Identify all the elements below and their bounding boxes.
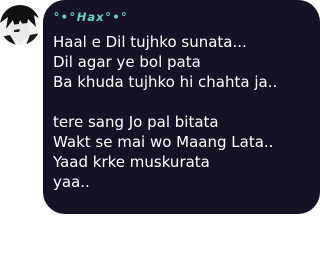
message-line: yaa..: [53, 173, 90, 191]
sender-avatar[interactable]: [0, 5, 40, 45]
chat-message-row: °•°𝙃𝙖𝙭°•° Haal e Dil tujhko sunata... Di…: [0, 0, 320, 262]
message-line: Ba khuda tujhko hi chahta ja..: [53, 73, 278, 91]
message-line: Haal e Dil tujhko sunata...: [53, 33, 247, 51]
message-line: Dil agar ye bol pata: [53, 53, 201, 71]
message-bubble[interactable]: °•°𝙃𝙖𝙭°•° Haal e Dil tujhko sunata... Di…: [43, 0, 320, 214]
message-text: Haal e Dil tujhko sunata... Dil agar ye …: [53, 32, 310, 192]
message-line: Wakt se mai wo Maang Lata..: [53, 133, 274, 151]
message-line: tere sang Jo pal bitata: [53, 113, 219, 131]
message-line: Yaad krke muskurata: [53, 153, 210, 171]
message-line: [53, 92, 310, 112]
anime-character-icon: [0, 5, 40, 45]
sender-name[interactable]: °•°𝙃𝙖𝙭°•°: [53, 9, 310, 25]
